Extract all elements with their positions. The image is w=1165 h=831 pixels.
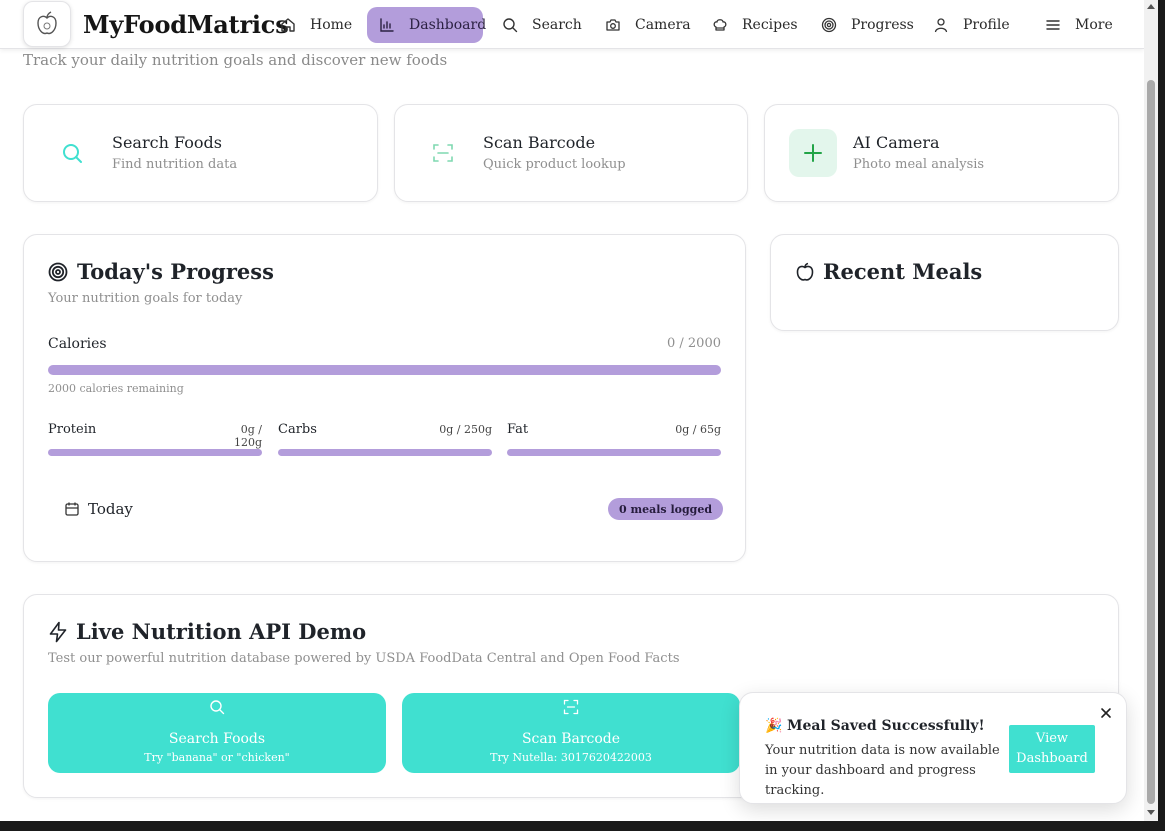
demo-button-hint: Try Nutella: 3017620422003 — [490, 751, 652, 764]
bar-chart-icon — [380, 18, 394, 32]
nav-dashboard-label: Dashboard — [409, 17, 487, 33]
scan-icon — [433, 144, 453, 162]
fat-label: Fat — [507, 422, 529, 437]
calories-value: 0 / 2000 — [667, 336, 721, 351]
quick-action-search-foods[interactable]: Search Foods Find nutrition data — [23, 104, 378, 202]
nav-progress[interactable]: Progress — [809, 7, 926, 43]
camera-icon — [606, 19, 620, 31]
api-demo-title: Live Nutrition API Demo — [76, 619, 367, 644]
scrollbar-thumb[interactable] — [1147, 80, 1155, 804]
nav-search-label: Search — [532, 17, 582, 33]
page-subtitle: Track your daily nutrition goals and dis… — [23, 51, 448, 69]
logo[interactable] — [23, 1, 71, 47]
meal-saved-toast: 🎉 Meal Saved Successfully! Your nutritio… — [739, 692, 1127, 804]
menu-icon — [1046, 20, 1060, 30]
nav-camera[interactable]: Camera — [593, 7, 703, 43]
nav-profile-label: Profile — [963, 17, 1010, 33]
carbs-value: 0g / 250g — [439, 423, 492, 436]
party-popper-icon: 🎉 — [765, 718, 783, 734]
scan-icon — [563, 699, 579, 715]
page-scrollbar[interactable] — [1144, 0, 1158, 821]
fat-value: 0g / 65g — [675, 423, 721, 436]
protein-label: Protein — [48, 422, 97, 437]
search-icon — [63, 144, 82, 163]
calories-progress-bar — [48, 365, 721, 375]
todays-progress-card: Today's Progress Your nutrition goals fo… — [23, 234, 746, 562]
recent-meals-title: Recent Meals — [823, 259, 983, 284]
quick-action-icon-wrap — [789, 129, 837, 177]
calories-remaining: 2000 calories remaining — [48, 382, 184, 395]
nav-home-label: Home — [310, 17, 353, 33]
calendar-icon — [65, 502, 79, 516]
chef-hat-icon — [713, 19, 727, 31]
search-icon — [210, 700, 225, 715]
app-viewport: MyFoodMatrics Home Dashboard Search Came… — [0, 0, 1144, 821]
quick-action-subtitle: Find nutrition data — [112, 157, 238, 172]
nav-search[interactable]: Search — [490, 7, 594, 43]
quick-action-title: Scan Barcode — [483, 133, 596, 152]
close-icon[interactable] — [1099, 706, 1113, 720]
nav-home[interactable]: Home — [268, 7, 364, 43]
demo-button-label: Search Foods — [168, 731, 266, 747]
search-icon — [503, 18, 518, 33]
quick-action-subtitle: Quick product lookup — [483, 157, 626, 172]
progress-title: Today's Progress — [77, 259, 274, 284]
today-label: Today — [88, 500, 133, 518]
demo-scan-barcode-button[interactable]: Scan Barcode Try Nutella: 3017620422003 — [402, 693, 740, 773]
demo-button-hint: Try "banana" or "chicken" — [144, 751, 290, 764]
api-demo-subtitle: Test our powerful nutrition database pow… — [48, 651, 680, 666]
apple-icon — [796, 262, 814, 281]
nav-profile[interactable]: Profile — [921, 7, 1022, 43]
quick-action-subtitle: Photo meal analysis — [853, 157, 985, 172]
nav-camera-label: Camera — [635, 17, 691, 33]
carbs-progress-bar — [278, 449, 492, 456]
quick-action-ai-camera[interactable]: AI Camera Photo meal analysis — [764, 104, 1119, 202]
view-dashboard-button[interactable]: View Dashboard — [1009, 725, 1095, 773]
protein-progress-bar — [48, 449, 262, 456]
toast-message: Your nutrition data is now available in … — [765, 743, 1000, 798]
nav-dashboard[interactable]: Dashboard — [367, 7, 487, 43]
home-icon — [281, 18, 295, 32]
lightning-icon — [49, 621, 67, 643]
quick-action-icon-wrap — [419, 129, 467, 177]
nav-recipes-label: Recipes — [742, 17, 798, 33]
demo-search-foods-button[interactable]: Search Foods Try "banana" or "chicken" — [48, 693, 386, 773]
recent-meals-card: Recent Meals — [770, 234, 1119, 331]
target-icon — [821, 17, 837, 33]
nav-recipes[interactable]: Recipes — [700, 7, 810, 43]
scroll-down-icon[interactable] — [1147, 810, 1155, 816]
user-icon — [934, 18, 948, 33]
nav-progress-label: Progress — [851, 17, 914, 33]
target-icon — [48, 262, 68, 282]
meals-logged-badge: 0 meals logged — [608, 498, 724, 520]
plus-icon — [804, 144, 822, 162]
quick-action-title: Search Foods — [112, 133, 222, 152]
fat-progress-bar — [507, 449, 721, 456]
carbs-label: Carbs — [278, 422, 317, 437]
toast-title: Meal Saved Successfully! — [787, 718, 985, 734]
brand-name[interactable]: MyFoodMatrics — [83, 10, 289, 39]
quick-action-title: AI Camera — [853, 133, 940, 152]
scroll-up-icon[interactable] — [1147, 3, 1155, 9]
quick-action-scan-barcode[interactable]: Scan Barcode Quick product lookup — [394, 104, 748, 202]
nav-more[interactable]: More — [1033, 7, 1125, 43]
protein-value: 0g / 120g — [233, 423, 262, 449]
nav-more-label: More — [1075, 17, 1113, 33]
quick-action-icon-wrap — [48, 129, 96, 177]
apple-logo-icon — [37, 11, 57, 35]
demo-button-label: Scan Barcode — [521, 731, 621, 747]
top-navigation: MyFoodMatrics Home Dashboard Search Came… — [0, 0, 1144, 49]
progress-subtitle: Your nutrition goals for today — [48, 291, 243, 306]
calories-label: Calories — [48, 336, 107, 352]
